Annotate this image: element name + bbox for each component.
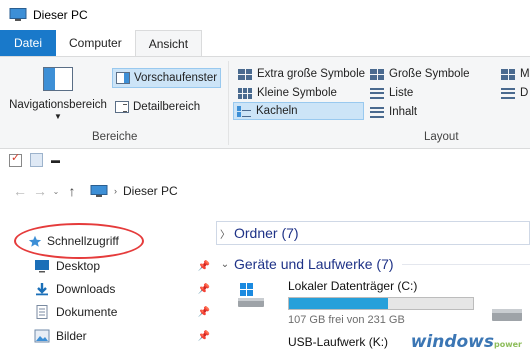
group-label-bereiche: Bereiche (92, 131, 138, 143)
nav-item-pictures[interactable]: Bilder 📌 (34, 325, 216, 347)
nav-item-documents[interactable]: Dokumente 📌 (34, 301, 216, 323)
large-icons-icon (370, 68, 384, 80)
drive-info: Lokaler Datenträger (C:) 107 GB frei von… (288, 279, 474, 326)
pictures-icon (34, 329, 50, 343)
pin-icon[interactable]: 📌 (198, 261, 210, 272)
tiles-icon (237, 105, 251, 117)
layout-details[interactable]: D (498, 84, 530, 102)
content-icon (370, 106, 384, 118)
up-arrow-icon[interactable]: ↑ (62, 183, 82, 199)
layout-extra-large-icons[interactable]: Extra große Symbole (235, 65, 368, 83)
drive-tile-c[interactable]: Lokaler Datenträger (C:) 107 GB frei von… (236, 279, 474, 326)
chevron-down-icon: ▼ (54, 112, 62, 121)
layout-item-label: Kacheln (256, 105, 298, 117)
navigation-pane-icon (43, 67, 73, 91)
devices-section-header[interactable]: ⌄ Geräte und Laufwerke (7) (216, 253, 530, 275)
watermark-logo: windowspower (410, 332, 522, 352)
nav-item-label: Schnellzugriff (47, 234, 119, 248)
layout-item-label: Große Symbole (389, 68, 470, 80)
tab-computer[interactable]: Computer (56, 30, 135, 56)
recent-locations-icon[interactable]: ⌄ (50, 187, 62, 196)
layout-content[interactable]: Inhalt (367, 103, 420, 121)
navigation-pane: Schnellzugriff Desktop 📌 Downloads 📌 Dok… (0, 211, 216, 354)
download-icon (36, 283, 48, 296)
group-label-layout: Layout (424, 131, 459, 143)
chevron-down-icon: ⌄ (220, 258, 230, 270)
small-icons-icon (238, 87, 252, 99)
quick-access-toolbar: ▬ (0, 149, 530, 171)
layout-item-label: M (520, 68, 530, 80)
ribbon: Navigationsbereich ▼ Vorschaufenster Det… (0, 56, 530, 149)
nav-item-downloads[interactable]: Downloads 📌 (34, 278, 216, 300)
section-divider (401, 263, 530, 265)
forward-arrow-icon[interactable]: → (30, 183, 50, 199)
layout-item-label: Inhalt (389, 106, 418, 118)
nav-item-label: Desktop (56, 259, 101, 273)
extra-large-icons-icon (238, 68, 252, 80)
new-folder-icon[interactable] (30, 153, 43, 167)
drive-usage-fill (289, 298, 389, 309)
title-bar: Dieser PC (0, 0, 530, 30)
folders-section-header[interactable]: 〉 Ordner (7) (216, 222, 530, 244)
drive-usage-bar (288, 297, 474, 310)
layout-large-icons[interactable]: Große Symbole (367, 65, 473, 83)
window-title: Dieser PC (33, 8, 88, 22)
drive-name: Lokaler Datenträger (C:) (288, 279, 418, 293)
devices-header-label: Geräte und Laufwerke (7) (234, 256, 394, 272)
details-pane-icon (115, 101, 129, 113)
hard-drive-icon[interactable] (490, 299, 524, 325)
back-arrow-icon[interactable]: ← (10, 183, 30, 199)
nav-item-label: Downloads (56, 282, 116, 296)
navigation-pane-button[interactable]: Navigationsbereich ▼ (6, 63, 110, 121)
navigation-pane-label: Navigationsbereich (9, 99, 107, 111)
layout-item-label: Liste (389, 87, 414, 99)
layout-item-label: Extra große Symbole (257, 68, 366, 80)
pin-icon[interactable]: 📌 (198, 307, 210, 318)
ribbon-divider (228, 61, 229, 145)
drive-name: USB-Laufwerk (K:) (288, 335, 389, 349)
tab-datei[interactable]: Datei (0, 30, 57, 56)
layout-small-icons[interactable]: Kleine Symbole (235, 84, 340, 102)
address-row: ← → ⌄ ↑ › Dieser PC (0, 171, 530, 211)
chevron-right-icon[interactable]: › (114, 186, 117, 196)
nav-item-label: Dokumente (56, 305, 118, 319)
layout-tiles[interactable]: Kacheln (233, 102, 364, 120)
details-pane-label: Detailbereich (133, 101, 201, 113)
computer-icon (9, 8, 27, 21)
drive-tile-k[interactable]: USB-Laufwerk (K:) (288, 335, 388, 349)
details-pane-button[interactable]: Detailbereich (112, 97, 203, 117)
star-icon (28, 235, 42, 247)
preview-pane-button[interactable]: Vorschaufenster (112, 68, 222, 88)
ribbon-tabs: Datei Computer Ansicht (0, 30, 530, 57)
layout-medium-icons[interactable]: M (498, 65, 530, 83)
hard-drive-windows-icon (238, 283, 264, 307)
nav-item-label: Bilder (56, 329, 87, 343)
preview-pane-label: Vorschaufenster (134, 72, 218, 84)
computer-icon (90, 184, 108, 197)
preview-pane-icon (116, 72, 130, 84)
layout-item-label: Kleine Symbole (257, 87, 337, 99)
folders-header-label: Ordner (7) (234, 225, 299, 241)
layout-item-label: D (520, 87, 529, 99)
customize-toolbar-icon[interactable]: ▬ (51, 155, 60, 165)
nav-item-quick-access[interactable]: Schnellzugriff (28, 230, 188, 252)
drive-free-space: 107 GB frei von 231 GB (288, 314, 405, 326)
chevron-right-icon: 〉 (220, 229, 230, 241)
content-pane: 〉 Ordner (7) ⌄ Geräte und Laufwerke (7) … (216, 211, 530, 354)
document-icon (36, 305, 48, 319)
breadcrumb[interactable]: Dieser PC (123, 184, 178, 198)
tab-ansicht[interactable]: Ansicht (134, 30, 203, 57)
pin-icon[interactable]: 📌 (198, 284, 210, 295)
medium-icons-icon (501, 68, 515, 80)
list-icon (370, 87, 384, 99)
address-bar[interactable]: › Dieser PC (86, 179, 530, 203)
desktop-icon (35, 260, 49, 273)
properties-icon[interactable] (9, 151, 22, 167)
details-icon (501, 87, 515, 99)
pin-icon[interactable]: 📌 (198, 331, 210, 342)
nav-item-desktop[interactable]: Desktop 📌 (34, 255, 216, 277)
layout-list[interactable]: Liste (367, 84, 416, 102)
